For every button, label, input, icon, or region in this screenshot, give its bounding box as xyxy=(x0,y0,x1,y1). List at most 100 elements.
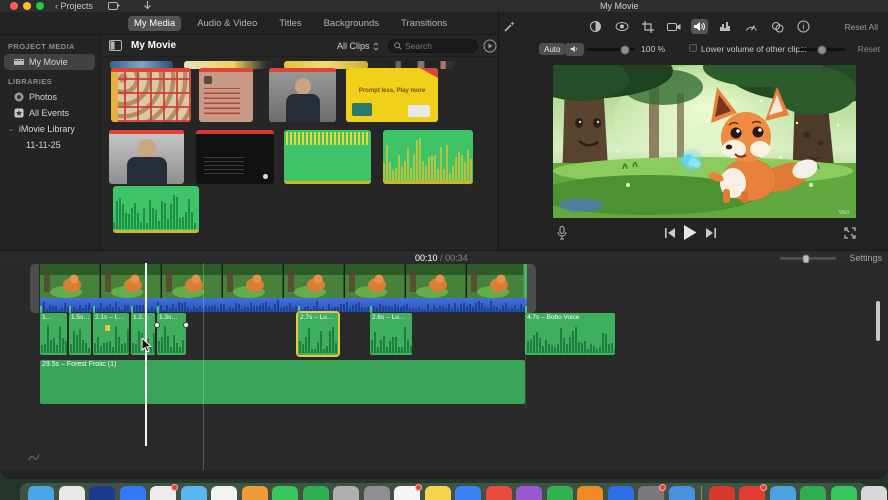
import-media-icon[interactable] xyxy=(108,1,120,11)
info-icon[interactable]: i xyxy=(795,19,812,34)
stabilization-camera-icon[interactable] xyxy=(665,19,682,34)
lower-volume-checkbox[interactable] xyxy=(689,44,697,52)
dock-app-icon[interactable] xyxy=(861,486,887,500)
sidebar-item-library-date[interactable]: 11-11-25 xyxy=(4,137,95,153)
voiceover-mic-icon[interactable] xyxy=(557,226,567,240)
volume-icon[interactable] xyxy=(691,19,708,34)
reset-all-button[interactable]: Reset All xyxy=(844,22,878,32)
dock-app-icon[interactable] xyxy=(769,486,796,500)
skip-back-icon[interactable] xyxy=(665,228,676,238)
video-audio-track[interactable] xyxy=(40,298,527,312)
tab-transitions[interactable]: Transitions xyxy=(395,16,453,31)
sidebar-item-photos[interactable]: Photos xyxy=(4,89,95,105)
dock-app-icon[interactable] xyxy=(58,486,85,500)
clip-thumbnail-presenter[interactable] xyxy=(269,68,336,122)
dock-app-icon[interactable] xyxy=(708,486,735,500)
fade-handle[interactable] xyxy=(183,322,189,328)
audio-clip-thumbnail[interactable] xyxy=(383,130,473,184)
reset-button[interactable]: Reset xyxy=(858,44,880,54)
clip-trim-handle-right[interactable] xyxy=(527,264,536,313)
dock-app-icon[interactable] xyxy=(607,486,634,500)
preview-viewer[interactable]: Veo xyxy=(553,65,856,218)
volume-slider[interactable] xyxy=(587,45,635,54)
speed-icon[interactable] xyxy=(743,19,760,34)
video-clip-filmstrip[interactable] xyxy=(40,264,527,298)
clip-thumbnail-promo[interactable]: Prompt less, Play more xyxy=(346,68,438,122)
tab-backgrounds[interactable]: Backgrounds xyxy=(318,16,385,31)
dock-app-icon[interactable] xyxy=(363,486,390,500)
autoplay-circle-icon[interactable] xyxy=(483,39,497,53)
timeline-zoom-slider[interactable] xyxy=(780,254,836,263)
enhance-wand-icon[interactable] xyxy=(503,20,516,33)
close-window-button[interactable] xyxy=(10,2,18,10)
dock-app-icon[interactable] xyxy=(150,484,178,500)
dock-app-icon[interactable] xyxy=(333,486,359,500)
minimize-window-button[interactable] xyxy=(23,2,31,10)
dock-app-icon[interactable] xyxy=(394,484,422,500)
skip-forward-icon[interactable] xyxy=(705,228,716,238)
search-field[interactable] xyxy=(388,39,478,53)
dock-app-icon[interactable] xyxy=(800,486,826,500)
sidebar-item-my-movie[interactable]: My Movie xyxy=(4,54,95,70)
toggle-sidebar-icon[interactable] xyxy=(109,40,122,51)
timeline-settings-button[interactable]: Settings xyxy=(849,253,882,263)
dock-app-icon[interactable] xyxy=(577,486,603,500)
dock-app-icon[interactable] xyxy=(516,486,542,500)
sidebar-item-all-events[interactable]: All Events xyxy=(4,105,95,121)
dock-app-icon[interactable] xyxy=(424,486,451,500)
dock-app-icon[interactable] xyxy=(211,486,237,500)
clip-thumbnail-screen-recording[interactable] xyxy=(196,130,274,184)
audio-clip-voice[interactable]: 4.7s – Bobo Voice xyxy=(525,306,615,355)
auto-volume-button[interactable]: Auto xyxy=(539,43,566,55)
beat-marker[interactable] xyxy=(105,325,110,331)
audio-clip-selected[interactable]: 2.7s – Lu… xyxy=(296,306,340,357)
audio-clip[interactable]: 1.5s… xyxy=(69,306,91,355)
lower-volume-slider[interactable] xyxy=(799,45,845,54)
dock-app-icon[interactable] xyxy=(241,486,268,500)
color-balance-icon[interactable] xyxy=(613,19,630,34)
dock-app-icon[interactable] xyxy=(485,486,512,500)
crop-icon[interactable] xyxy=(639,19,656,34)
audio-clip[interactable]: 1.3s… xyxy=(154,306,189,355)
zoom-window-button[interactable] xyxy=(36,2,44,10)
fullscreen-icon[interactable] xyxy=(844,227,856,239)
dock-app-icon[interactable] xyxy=(668,486,695,500)
audio-clip[interactable]: 2.1s – L… xyxy=(93,306,129,355)
dock-app-icon[interactable] xyxy=(455,486,481,500)
dock-app-icon[interactable] xyxy=(89,486,115,500)
noise-equalizer-icon[interactable] xyxy=(717,19,734,34)
clip-thumbnail-collage[interactable] xyxy=(111,68,191,122)
tab-titles[interactable]: Titles xyxy=(273,16,307,31)
sidebar-item-imovie-library[interactable]: ⌄ iMovie Library xyxy=(4,121,95,137)
fade-handle[interactable] xyxy=(154,322,160,328)
dock-app-icon[interactable] xyxy=(119,486,146,500)
dock-app-icon[interactable] xyxy=(638,484,666,500)
dock[interactable] xyxy=(20,483,887,500)
search-input[interactable] xyxy=(405,41,467,51)
clip-thumbnail-notes-card[interactable] xyxy=(199,68,253,122)
clip-trim-handle-left[interactable] xyxy=(30,264,39,313)
timeline-scrollbar[interactable] xyxy=(876,301,880,341)
dock-app-icon[interactable] xyxy=(302,486,329,500)
play-icon[interactable] xyxy=(683,225,697,240)
tab-audio-video[interactable]: Audio & Video xyxy=(191,16,263,31)
clips-filter-dropdown[interactable]: All Clips xyxy=(337,41,379,51)
tab-my-media[interactable]: My Media xyxy=(128,16,182,31)
dock-app-icon[interactable] xyxy=(739,484,767,500)
audio-clip[interactable]: 1… xyxy=(40,306,67,355)
mute-button[interactable] xyxy=(565,43,584,56)
dock-app-icon[interactable] xyxy=(272,486,298,500)
audio-clip-thumbnail[interactable] xyxy=(113,186,199,233)
dock-app-icon[interactable] xyxy=(180,486,207,500)
playhead[interactable] xyxy=(145,263,147,446)
download-arrow-icon[interactable] xyxy=(143,1,152,11)
clip-thumbnail-presenter2[interactable] xyxy=(109,130,184,184)
audio-clip-thumbnail[interactable] xyxy=(284,130,371,184)
dock-app-icon[interactable] xyxy=(28,486,54,500)
dock-app-icon[interactable] xyxy=(546,486,573,500)
color-correction-icon[interactable] xyxy=(587,19,604,34)
back-to-projects-button[interactable]: ‹ Projects xyxy=(55,1,93,11)
filters-icon[interactable] xyxy=(769,19,786,34)
dock-app-icon[interactable] xyxy=(830,486,857,500)
audio-clip[interactable]: 2.6s – Lu… xyxy=(370,306,412,355)
